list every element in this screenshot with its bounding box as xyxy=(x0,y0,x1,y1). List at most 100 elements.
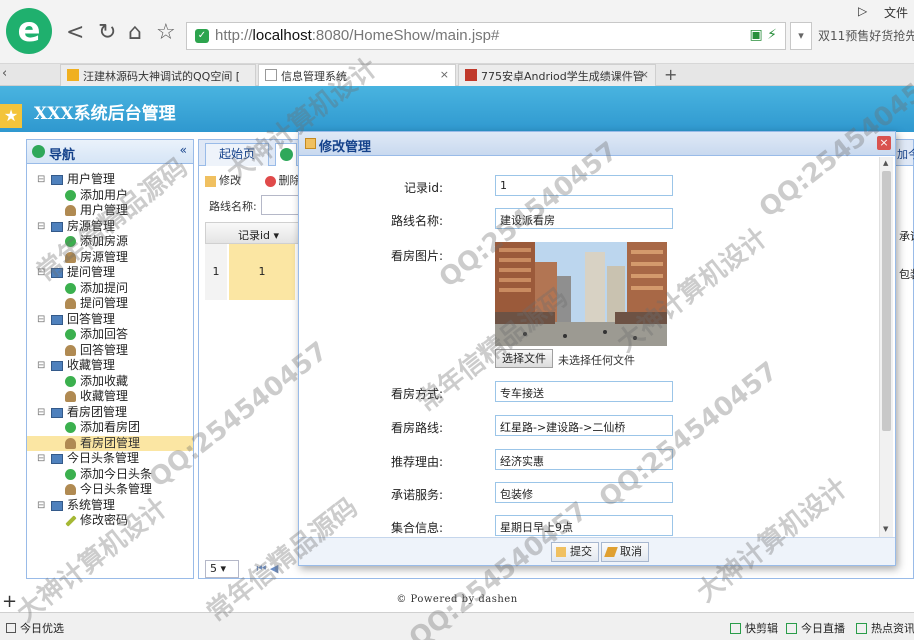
browser-toolbar: e < ↻ ⌂ ☆ ✓ http://localhost:8080/HomeSh… xyxy=(0,0,914,64)
nav-group[interactable]: ⊟ 房源管理 xyxy=(27,219,193,235)
status-quick-clip[interactable]: 快剪辑 xyxy=(730,620,778,636)
home-icon[interactable]: ⌂ xyxy=(128,22,142,44)
route-search-input[interactable] xyxy=(261,195,301,215)
nav-item[interactable]: 添加房源 xyxy=(27,234,193,250)
nav-item[interactable]: 修改密码 xyxy=(27,513,193,529)
nav-group[interactable]: ⊟ 提问管理 xyxy=(27,265,193,281)
record-id-input[interactable]: 1 xyxy=(495,175,673,196)
nav-item[interactable]: 用户管理 xyxy=(27,203,193,219)
scroll-thumb[interactable] xyxy=(882,171,891,431)
nav-item-label: 添加回答 xyxy=(80,327,129,341)
nav-item[interactable]: 收藏管理 xyxy=(27,389,193,405)
file-menu[interactable]: 文件 xyxy=(884,4,908,21)
nav-item[interactable]: 提问管理 xyxy=(27,296,193,312)
expand-icon[interactable]: ⊟ xyxy=(37,312,45,328)
cancel-button[interactable]: 取消 xyxy=(601,542,649,562)
nav-title: 导航 xyxy=(49,148,76,163)
column-header-id[interactable]: 记录id ▾ xyxy=(238,227,279,243)
app-header: XXX系统后台管理 xyxy=(0,86,914,132)
browser-tab-qq[interactable]: 汪建林源码大神调试的QQ空间 [ xyxy=(60,64,256,86)
expand-icon[interactable]: ⊟ xyxy=(37,451,45,467)
collapse-icon[interactable]: « xyxy=(180,143,187,157)
nav-item[interactable]: 添加用户 xyxy=(27,188,193,204)
favorites-star-icon[interactable]: ★ xyxy=(0,104,22,128)
field-label: 看房方式: xyxy=(390,387,443,401)
status-daily-picks[interactable]: 今日优选 xyxy=(6,620,64,636)
nav-item[interactable]: 添加收藏 xyxy=(27,374,193,390)
status-bar: 今日优选 快剪辑 今日直播 热点资讯 xyxy=(0,612,914,640)
expand-icon[interactable]: ⊟ xyxy=(37,219,45,235)
viewing-method-input[interactable]: 专车接送 xyxy=(495,381,673,402)
nav-group[interactable]: ⊟ 用户管理 xyxy=(27,172,193,188)
address-bar[interactable]: ✓ http://localhost:8080/HomeShow/main.js… xyxy=(186,22,786,50)
choose-file-button[interactable]: 选择文件 xyxy=(495,349,553,368)
service-input[interactable]: 包装修 xyxy=(495,482,673,503)
nav-item[interactable]: 添加提问 xyxy=(27,281,193,297)
reason-input[interactable]: 经济实惠 xyxy=(495,449,673,470)
edit-dialog: 修改管理 × 记录id: 1 路线名称: 建设派看房 看房图片: 选择文件 未选… xyxy=(298,131,896,566)
page-size-select[interactable]: 5 ▾ xyxy=(205,560,239,578)
nav-group[interactable]: ⊟ 今日头条管理 xyxy=(27,451,193,467)
viewing-route-input[interactable]: 红星路->建设路->二仙桥 xyxy=(495,415,673,436)
field-label: 承诺服务: xyxy=(390,488,443,502)
nav-item[interactable]: 添加看房团 xyxy=(27,420,193,436)
add-icon xyxy=(65,375,76,387)
field-label: 推荐理由: xyxy=(390,455,443,469)
tab-start-page[interactable]: 起始页 xyxy=(205,143,269,166)
table-row[interactable]: 1 1 xyxy=(205,244,305,300)
browser-tab-android[interactable]: 775安卓Andriod学生成绩课件管 × xyxy=(458,64,656,86)
address-tools-icon[interactable]: ▣ ⚡ xyxy=(749,27,777,43)
nav-item[interactable]: 回答管理 xyxy=(27,343,193,359)
promo-link[interactable]: 双11预售好货抢先 xyxy=(818,27,914,44)
tab-close-icon[interactable]: × xyxy=(640,68,649,81)
address-dropdown-icon[interactable]: ▾ xyxy=(790,22,812,50)
nav-item[interactable]: 添加回答 xyxy=(27,327,193,343)
nav-group[interactable]: ⊟ 收藏管理 xyxy=(27,358,193,374)
nav-group-label: 房源管理 xyxy=(67,218,116,233)
tab-scroll-left-icon[interactable]: ‹ xyxy=(2,66,7,81)
field-reason: 推荐理由: 经济实惠 xyxy=(299,449,879,473)
submit-button[interactable]: 提交 xyxy=(551,542,599,562)
edit-button[interactable]: 修改 xyxy=(205,174,251,187)
scroll-down-icon[interactable]: ▼ xyxy=(883,525,888,533)
nav-group[interactable]: ⊟ 系统管理 xyxy=(27,498,193,514)
expand-icon[interactable]: ⊟ xyxy=(37,172,45,188)
tab-cut-label[interactable]: 加今 xyxy=(897,146,914,162)
nav-item-label: 收藏管理 xyxy=(80,389,129,403)
scroll-up-icon[interactable]: ▲ xyxy=(883,159,888,167)
route-name-input[interactable]: 建设派看房 xyxy=(495,208,673,229)
tab-current[interactable] xyxy=(275,143,297,166)
grid-header: 记录id ▾ xyxy=(205,222,305,244)
expand-icon[interactable]: ⊟ xyxy=(37,265,45,281)
close-icon[interactable]: × xyxy=(877,136,891,150)
browser-logo-icon[interactable]: e xyxy=(6,8,52,54)
field-record-id: 记录id: 1 xyxy=(299,175,879,199)
browser-tab-bar: ‹ 汪建林源码大神调试的QQ空间 [ 信息管理系统 × 775安卓Andriod… xyxy=(0,64,914,86)
nav-item[interactable]: 房源管理 xyxy=(27,250,193,266)
tab-close-icon[interactable]: × xyxy=(440,68,449,81)
pager-nav-icon[interactable]: ⏮ ◀ xyxy=(257,562,279,575)
nav-group[interactable]: ⊟ 回答管理 xyxy=(27,312,193,328)
nav-item[interactable]: 看房团管理 xyxy=(27,435,193,451)
expand-icon[interactable]: ⊟ xyxy=(37,358,45,374)
add-icon[interactable]: + xyxy=(2,591,17,612)
status-news[interactable]: 热点资讯 xyxy=(856,620,914,636)
meeting-info-input[interactable]: 星期日早上9点 xyxy=(495,515,673,536)
sidebar-toggle-icon[interactable]: ▷ xyxy=(858,4,867,18)
status-live[interactable]: 今日直播 xyxy=(786,620,845,636)
new-tab-icon[interactable]: + xyxy=(664,65,677,84)
expand-icon[interactable]: ⊟ xyxy=(37,498,45,514)
nav-item[interactable]: 今日头条管理 xyxy=(27,482,193,498)
nav-item[interactable]: 添加今日头条 xyxy=(27,467,193,483)
dialog-title-bar[interactable]: 修改管理 × xyxy=(299,132,895,156)
favorite-star-icon[interactable]: ☆ xyxy=(156,22,176,44)
nav-item-label: 提问管理 xyxy=(80,296,129,310)
back-icon[interactable]: < xyxy=(66,22,84,44)
refresh-icon[interactable]: ↻ xyxy=(98,22,116,44)
expand-icon[interactable]: ⊟ xyxy=(37,405,45,421)
nav-group[interactable]: ⊟ 看房团管理 xyxy=(27,405,193,421)
file-status: 未选择任何文件 xyxy=(558,354,635,367)
dialog-scrollbar[interactable]: ▲ ▼ xyxy=(879,157,893,537)
browser-tab-info-system[interactable]: 信息管理系统 × xyxy=(258,64,456,86)
globe-icon xyxy=(280,148,293,161)
